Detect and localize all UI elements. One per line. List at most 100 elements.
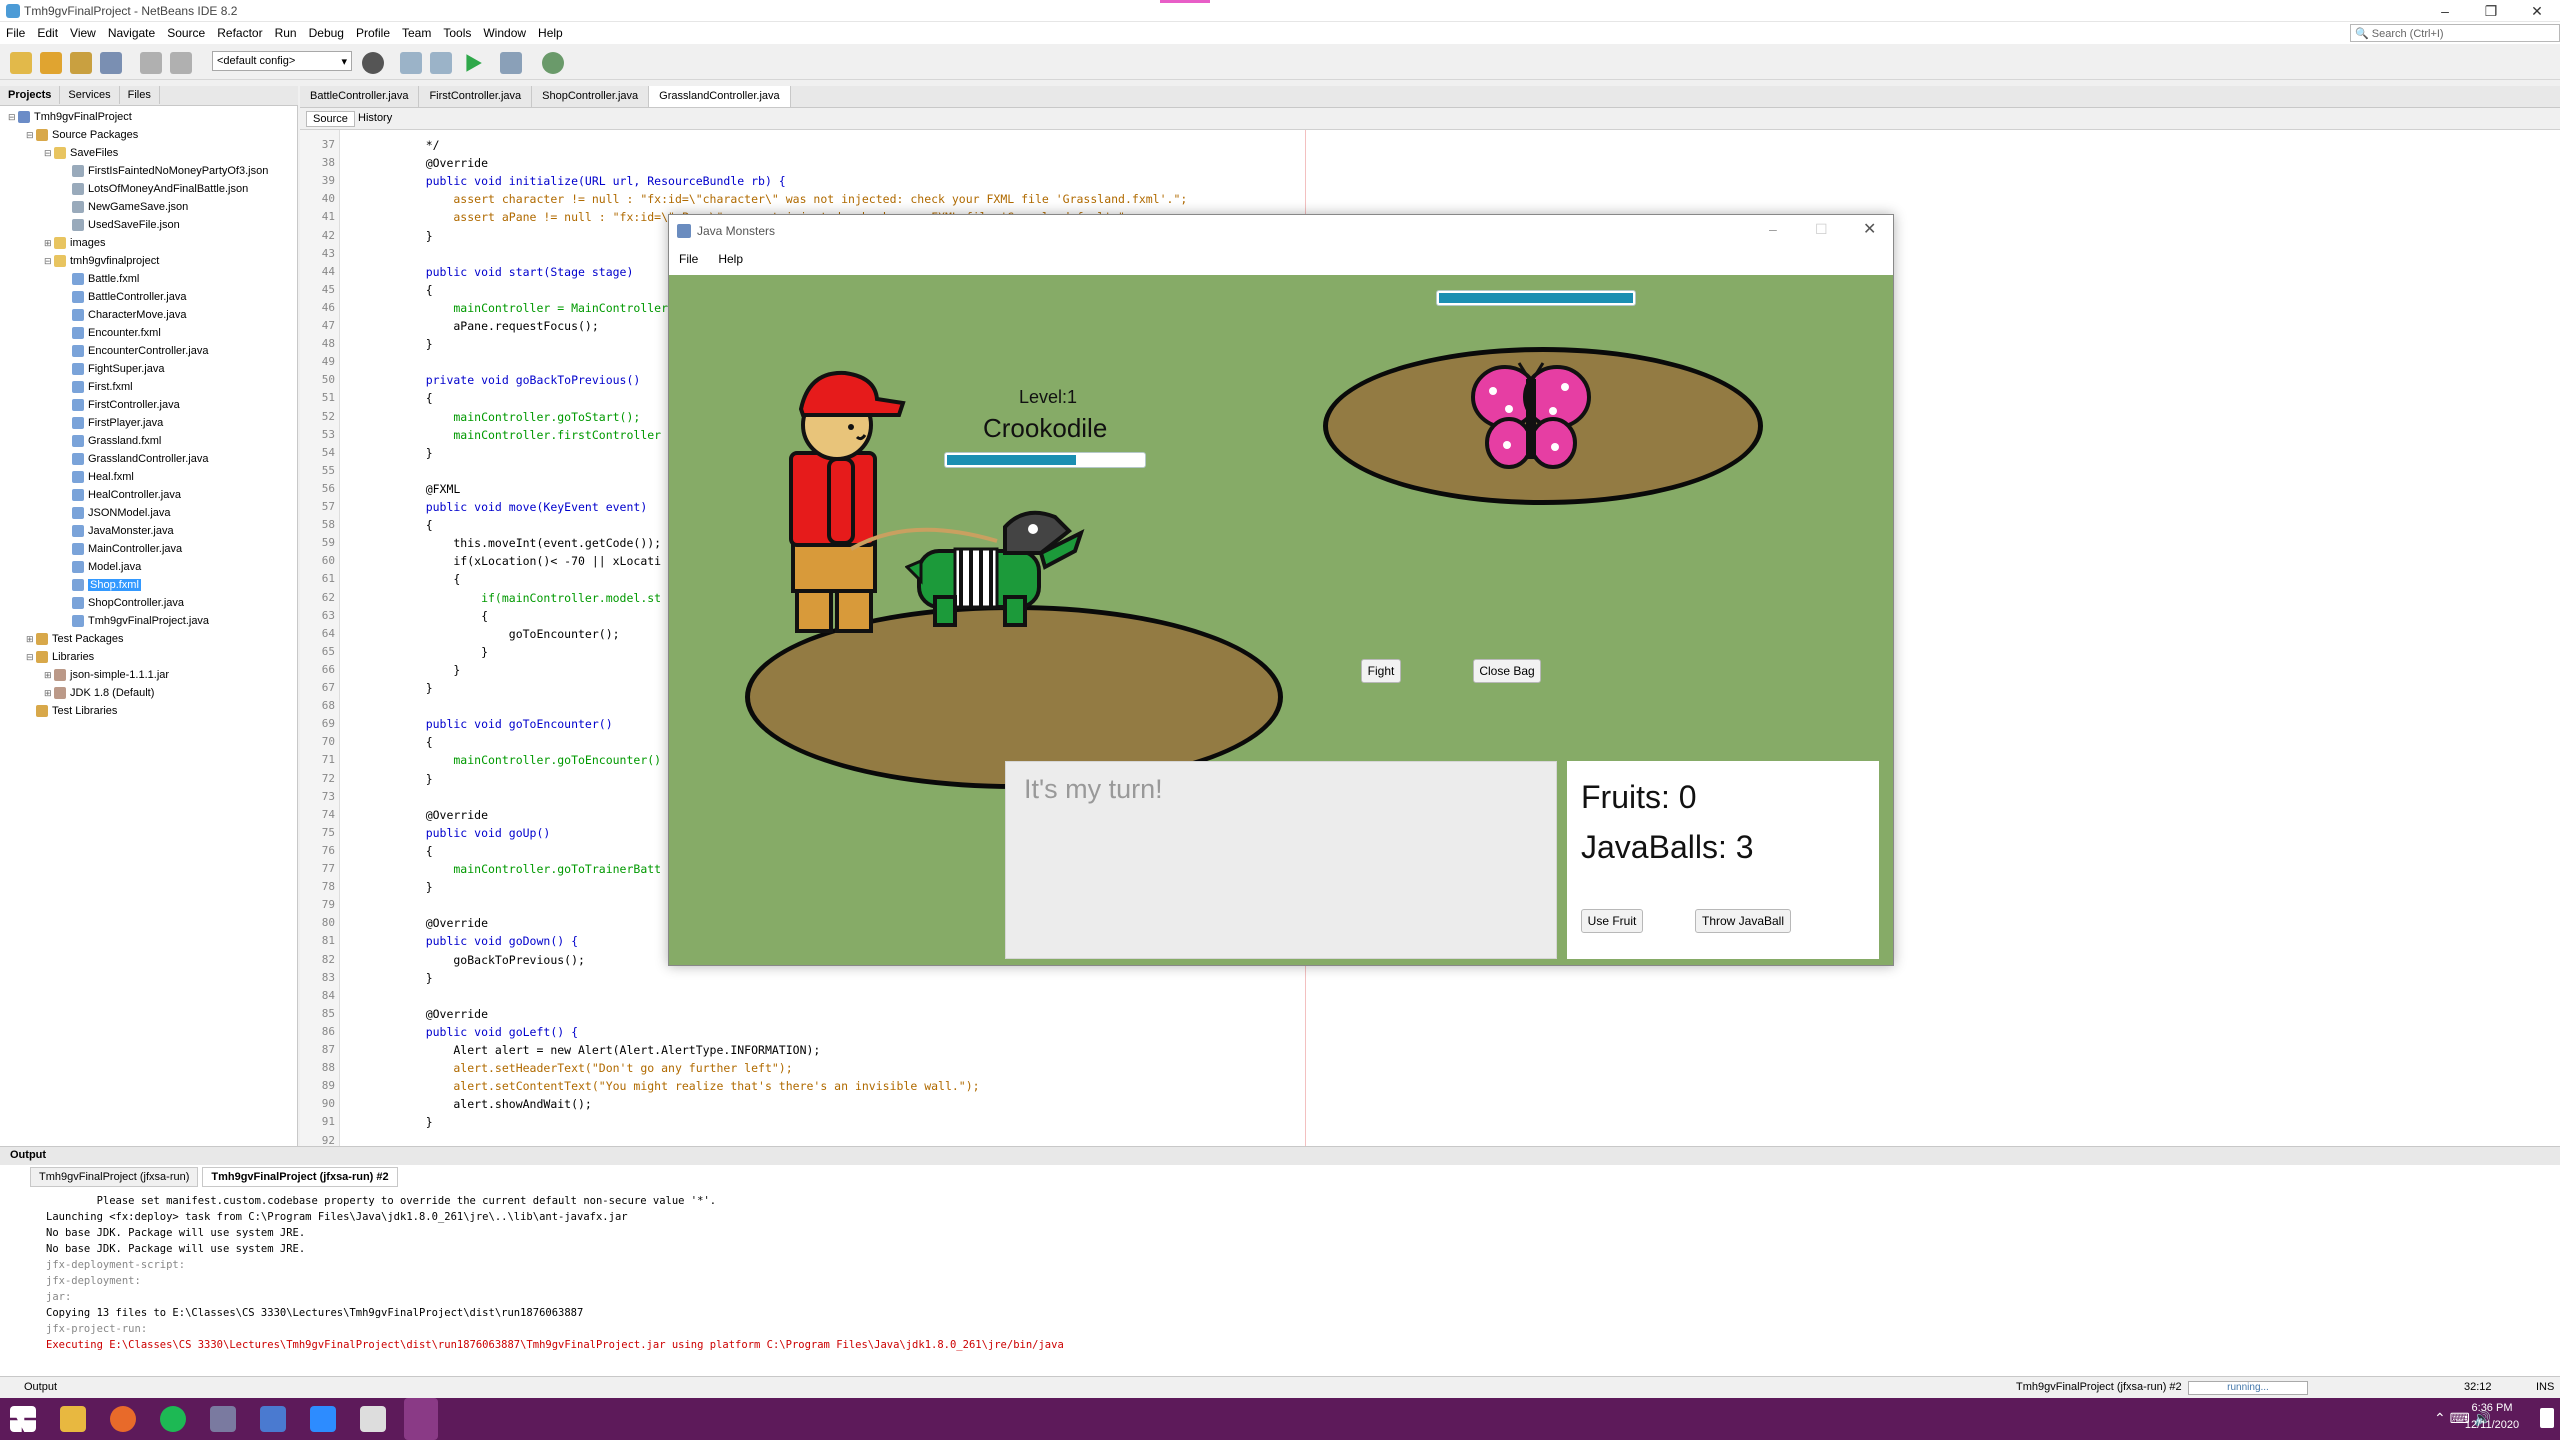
menu-profile[interactable]: Profile (350, 22, 396, 44)
expand-toggle-icon[interactable]: ⊞ (26, 630, 36, 648)
game-menu-file[interactable]: File (669, 247, 708, 271)
menu-run[interactable]: Run (269, 22, 303, 44)
tree-item[interactable]: UsedSaveFile.json (0, 216, 298, 234)
expand-toggle-icon[interactable]: ⊟ (26, 126, 36, 144)
tab-services[interactable]: Services (60, 86, 120, 104)
tree-item[interactable]: ⊟ Tmh9gvFinalProject (0, 108, 298, 126)
java-app-taskbar-icon[interactable] (404, 1398, 438, 1440)
tree-item[interactable]: BattleController.java (0, 288, 298, 306)
tree-item[interactable]: ⊞ json-simple-1.1.1.jar (0, 666, 298, 684)
tab-shopcontroller[interactable]: ShopController.java (532, 86, 650, 107)
tab-projects[interactable]: Projects (0, 86, 61, 104)
firefox-icon[interactable] (110, 1406, 136, 1432)
debug-icon[interactable] (500, 52, 522, 74)
tree-item[interactable]: First.fxml (0, 378, 298, 396)
tree-item[interactable]: ⊟ Source Packages (0, 126, 298, 144)
tree-item[interactable]: JavaMonster.java (0, 522, 298, 540)
close-icon[interactable]: ✕ (1863, 219, 1876, 239)
build-icon[interactable] (400, 52, 422, 74)
tree-item[interactable]: HealController.java (0, 486, 298, 504)
tree-item[interactable]: Shop.fxml (0, 576, 298, 594)
explorer-icon[interactable] (60, 1406, 86, 1432)
expand-toggle-icon[interactable]: ⊟ (8, 108, 18, 126)
profile-icon[interactable] (542, 52, 564, 74)
expand-toggle-icon[interactable]: ⊞ (44, 684, 54, 702)
tree-item[interactable]: Heal.fxml (0, 468, 298, 486)
tree-item[interactable]: GrasslandController.java (0, 450, 298, 468)
config-select[interactable]: <default config> ▾ (212, 51, 352, 71)
menu-navigate[interactable]: Navigate (102, 22, 161, 44)
restore-icon[interactable]: ❐ (2468, 0, 2514, 22)
tree-item[interactable]: NewGameSave.json (0, 198, 298, 216)
start-icon[interactable] (10, 1406, 36, 1432)
tab-grasslandcontroller[interactable]: GrasslandController.java (649, 86, 791, 107)
menu-source[interactable]: Source (161, 22, 211, 44)
close-bag-button[interactable]: Close Bag (1473, 659, 1541, 683)
ide-search-input[interactable]: 🔍 Search (Ctrl+I) (2350, 24, 2560, 42)
use-fruit-button[interactable]: Use Fruit (1581, 909, 1643, 933)
history-tab[interactable]: History (358, 112, 392, 124)
clean-build-icon[interactable] (430, 52, 452, 74)
tree-item[interactable]: Grassland.fxml (0, 432, 298, 450)
new-file-icon[interactable] (10, 52, 32, 74)
source-tab[interactable]: Source (306, 111, 355, 127)
expand-toggle-icon[interactable]: ⊟ (26, 648, 36, 666)
menu-view[interactable]: View (64, 22, 102, 44)
expand-toggle-icon[interactable]: ⊟ (44, 252, 54, 270)
menu-help[interactable]: Help (532, 22, 569, 44)
throw-javaball-button[interactable]: Throw JavaBall (1695, 909, 1791, 933)
tree-item[interactable]: CharacterMove.java (0, 306, 298, 324)
menu-file[interactable]: File (0, 22, 31, 44)
target-icon[interactable] (362, 52, 384, 74)
close-icon[interactable]: ✕ (2514, 0, 2560, 22)
output-tab-run2[interactable]: Tmh9gvFinalProject (jfxsa-run) #2 (202, 1167, 398, 1187)
tree-item[interactable]: FirstPlayer.java (0, 414, 298, 432)
virtualbox-icon[interactable] (260, 1406, 286, 1432)
tree-item[interactable]: Battle.fxml (0, 270, 298, 288)
tree-item[interactable]: EncounterController.java (0, 342, 298, 360)
menu-debug[interactable]: Debug (303, 22, 350, 44)
tree-item[interactable]: LotsOfMoneyAndFinalBattle.json (0, 180, 298, 198)
tab-battlecontroller[interactable]: BattleController.java (300, 86, 420, 107)
tree-item[interactable]: ⊟ tmh9gvfinalproject (0, 252, 298, 270)
menu-tools[interactable]: Tools (437, 22, 477, 44)
tree-item[interactable]: Test Libraries (0, 702, 298, 720)
tree-item[interactable]: FightSuper.java (0, 360, 298, 378)
maximize-icon[interactable]: ☐ (1815, 221, 1828, 238)
zoom-icon[interactable] (310, 1406, 336, 1432)
notifications-icon[interactable] (2540, 1408, 2554, 1428)
tree-item[interactable]: Encounter.fxml (0, 324, 298, 342)
spotify-icon[interactable] (160, 1406, 186, 1432)
tree-item[interactable]: FirstIsFaintedNoMoneyPartyOf3.json (0, 162, 298, 180)
tree-item[interactable]: ⊞ Test Packages (0, 630, 298, 648)
redo-icon[interactable] (170, 52, 192, 74)
tree-item[interactable]: ⊟ SaveFiles (0, 144, 298, 162)
tree-item[interactable]: ⊞ JDK 1.8 (Default) (0, 684, 298, 702)
output-tab-run1[interactable]: Tmh9gvFinalProject (jfxsa-run) (30, 1167, 199, 1187)
expand-toggle-icon[interactable]: ⊞ (44, 666, 54, 684)
expand-toggle-icon[interactable]: ⊟ (44, 144, 54, 162)
fight-button[interactable]: Fight (1361, 659, 1401, 683)
new-project-icon[interactable] (40, 52, 62, 74)
tree-item[interactable]: Model.java (0, 558, 298, 576)
tab-firstcontroller[interactable]: FirstController.java (419, 86, 533, 107)
tree-item[interactable]: FirstController.java (0, 396, 298, 414)
undo-icon[interactable] (140, 52, 162, 74)
tree-item[interactable]: ⊟ Libraries (0, 648, 298, 666)
tree-item[interactable]: MainController.java (0, 540, 298, 558)
game-menu-help[interactable]: Help (708, 247, 753, 271)
run-icon[interactable] (466, 54, 482, 72)
minimize-icon[interactable]: – (2422, 0, 2468, 22)
menu-window[interactable]: Window (477, 22, 532, 44)
tab-files[interactable]: Files (120, 86, 160, 104)
open-project-icon[interactable] (70, 52, 92, 74)
tree-item[interactable]: ShopController.java (0, 594, 298, 612)
snip-icon[interactable] (210, 1406, 236, 1432)
menu-team[interactable]: Team (396, 22, 437, 44)
expand-toggle-icon[interactable]: ⊞ (44, 234, 54, 252)
menu-refactor[interactable]: Refactor (211, 22, 268, 44)
save-all-icon[interactable] (100, 52, 122, 74)
tree-item[interactable]: Tmh9gvFinalProject.java (0, 612, 298, 630)
tree-item[interactable]: ⊞ images (0, 234, 298, 252)
tree-item[interactable]: JSONModel.java (0, 504, 298, 522)
